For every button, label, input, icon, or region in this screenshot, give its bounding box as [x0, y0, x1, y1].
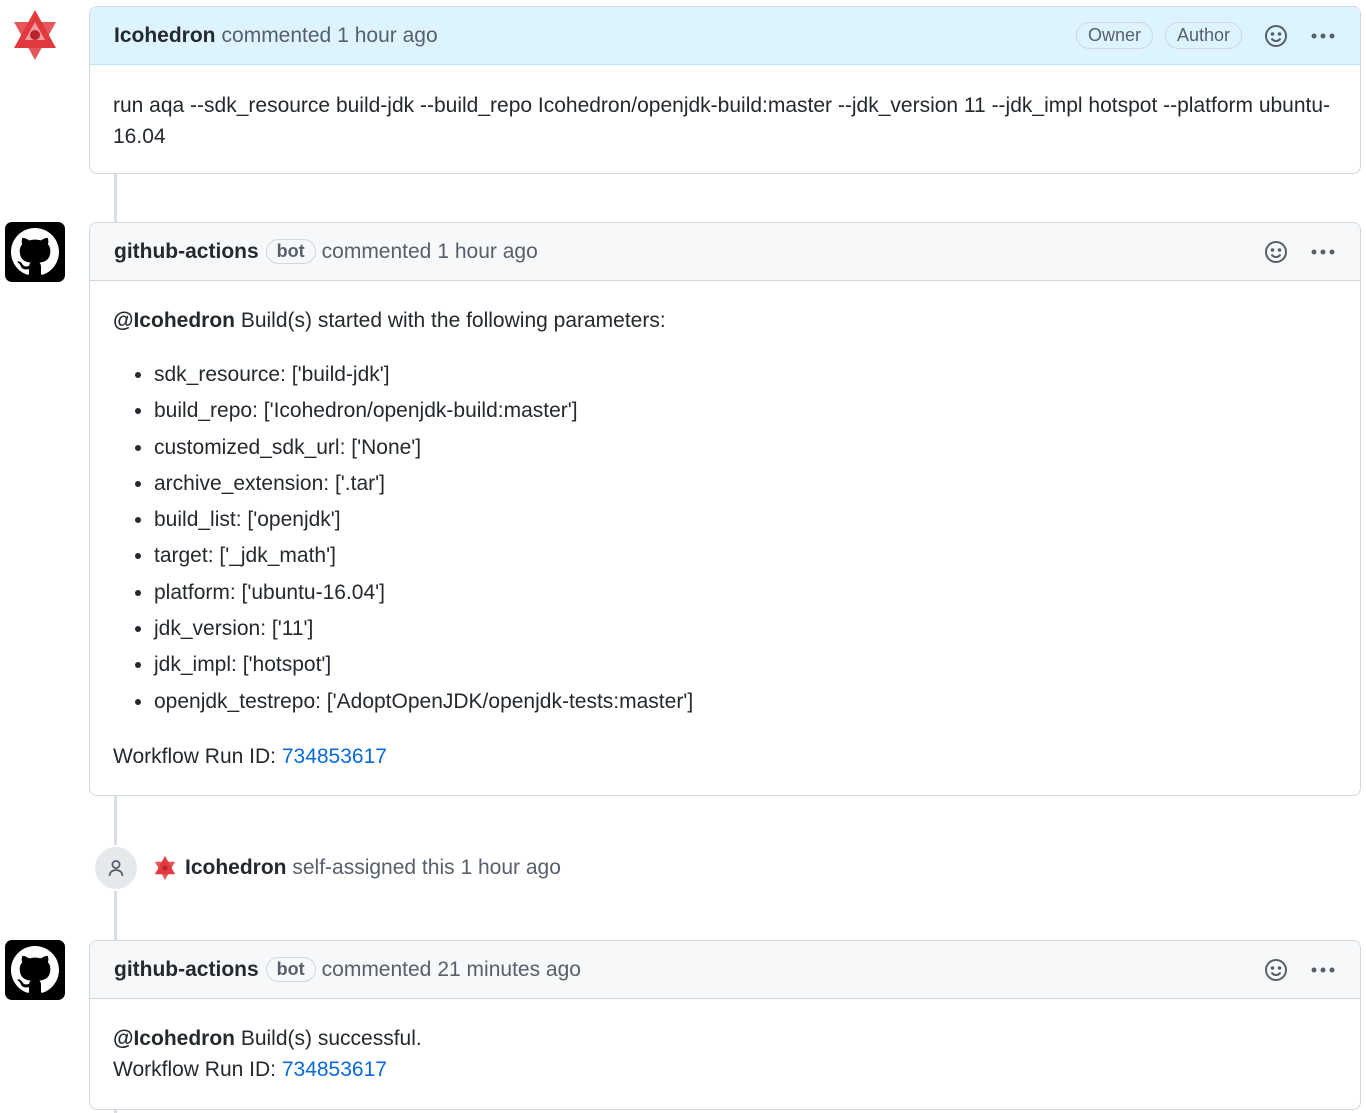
- event-time[interactable]: 1 hour ago: [460, 856, 560, 879]
- person-icon: [93, 845, 139, 891]
- comment-header: github-actions bot commented 21 minutes …: [90, 941, 1360, 999]
- event-text: Icohedron self-assigned this 1 hour ago: [185, 856, 561, 880]
- kebab-icon[interactable]: [1310, 966, 1336, 974]
- comment-body: @Icohedron Build(s) successful. Workflow…: [90, 999, 1360, 1107]
- comment-action: commented: [321, 957, 432, 981]
- list-item: build_list: ['openjdk']: [154, 502, 1337, 538]
- comment-body: @Icohedron Build(s) started with the fol…: [90, 281, 1360, 794]
- smiley-icon[interactable]: [1264, 958, 1288, 982]
- bot-badge: bot: [265, 239, 316, 264]
- timeline-event-assigned: Icohedron self-assigned this 1 hour ago: [93, 845, 561, 891]
- comment-action: commented: [221, 23, 332, 47]
- list-item: target: ['_jdk_math']: [154, 538, 1337, 574]
- smiley-icon[interactable]: [1264, 24, 1288, 48]
- author-badge: Author: [1164, 22, 1242, 49]
- avatar-icohedron[interactable]: [10, 8, 60, 62]
- owner-badge: Owner: [1075, 22, 1153, 49]
- comment-message-line: @Icohedron Build(s) successful.: [113, 1023, 1337, 1054]
- comment-author[interactable]: github-actions: [114, 240, 259, 264]
- list-item: customized_sdk_url: ['None']: [154, 430, 1337, 466]
- comment-3: github-actions bot commented 21 minutes …: [89, 940, 1361, 1110]
- parameter-list: sdk_resource: ['build-jdk'] build_repo: …: [113, 357, 1337, 720]
- event-action: self-assigned this: [292, 856, 455, 879]
- list-item: build_repo: ['Icohedron/openjdk-build:ma…: [154, 393, 1337, 429]
- avatar-github-actions[interactable]: [5, 222, 65, 282]
- smiley-icon[interactable]: [1264, 240, 1288, 264]
- comment-header: Icohedron commented 1 hour ago Owner Aut…: [90, 7, 1360, 65]
- list-item: jdk_version: ['11']: [154, 611, 1337, 647]
- list-item: openjdk_testrepo: ['AdoptOpenJDK/openjdk…: [154, 684, 1337, 720]
- comment-author[interactable]: Icohedron: [114, 24, 216, 48]
- list-item: sdk_resource: ['build-jdk']: [154, 357, 1337, 393]
- comment-intro: @Icohedron Build(s) started with the fol…: [113, 305, 1337, 336]
- message-text: Build(s) successful.: [240, 1027, 422, 1050]
- avatar-github-actions[interactable]: [5, 940, 65, 1000]
- workflow-line: Workflow Run ID: 734853617: [113, 1054, 1337, 1085]
- list-item: platform: ['ubuntu-16.04']: [154, 575, 1337, 611]
- workflow-line: Workflow Run ID: 734853617: [113, 741, 1337, 772]
- comment-author[interactable]: github-actions: [114, 958, 259, 982]
- intro-text: Build(s) started with the following para…: [240, 309, 666, 332]
- user-mention[interactable]: @Icohedron: [113, 1027, 235, 1050]
- workflow-label: Workflow Run ID:: [113, 744, 276, 768]
- comment-2: github-actions bot commented 1 hour ago …: [89, 222, 1361, 796]
- comment-time[interactable]: 21 minutes ago: [437, 958, 581, 982]
- workflow-run-link[interactable]: 734853617: [282, 1058, 387, 1081]
- workflow-label: Workflow Run ID:: [113, 1058, 276, 1081]
- event-actor-avatar[interactable]: [153, 855, 177, 881]
- kebab-icon[interactable]: [1310, 32, 1336, 40]
- comment-action: commented: [321, 239, 432, 263]
- user-mention[interactable]: @Icohedron: [113, 309, 235, 332]
- comment-header: github-actions bot commented 1 hour ago: [90, 223, 1360, 281]
- list-item: jdk_impl: ['hotspot']: [154, 647, 1337, 683]
- comment-time[interactable]: 1 hour ago: [437, 240, 537, 264]
- kebab-icon[interactable]: [1310, 248, 1336, 256]
- bot-badge: bot: [265, 957, 316, 982]
- event-actor[interactable]: Icohedron: [185, 856, 287, 879]
- list-item: archive_extension: ['.tar']: [154, 466, 1337, 502]
- comment-text: run aqa --sdk_resource build-jdk --build…: [113, 94, 1331, 148]
- timeline-connector: [114, 174, 117, 222]
- comment-body: run aqa --sdk_resource build-jdk --build…: [90, 65, 1360, 174]
- comment-time[interactable]: 1 hour ago: [337, 24, 437, 48]
- comment-1: Icohedron commented 1 hour ago Owner Aut…: [89, 6, 1361, 174]
- workflow-run-link[interactable]: 734853617: [282, 745, 387, 768]
